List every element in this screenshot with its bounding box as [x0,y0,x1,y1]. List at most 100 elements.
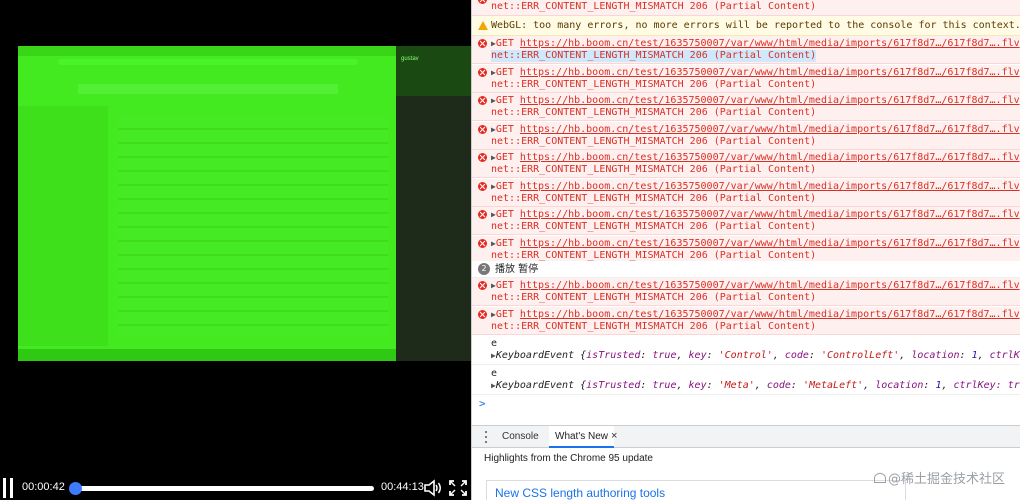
error-detail: net::ERR_CONTENT_LENGTH_MISMATCH 206 (Pa… [491,192,817,204]
watermark: @稀土掘金技术社区 [874,468,1005,487]
error-detail: net::ERR_CONTENT_LENGTH_MISMATCH 206 (Pa… [491,135,817,147]
devtools-panel: net::ERR_CONTENT_LENGTH_MISMATCH 206 (Pa… [471,0,1020,500]
console-error-row[interactable]: ▶GET https://hb.boom.cn/test/1635750007/… [472,306,1020,335]
video-screen-toolbar [78,84,338,94]
console-error-row[interactable]: ▶GET https://hb.boom.cn/test/1635750007/… [472,278,1020,306]
close-tab-icon[interactable]: × [611,426,617,448]
request-method: GET [495,237,514,249]
error-line: ▶GET https://hb.boom.cn/test/1635750007/… [491,38,1020,50]
fullscreen-button[interactable] [448,479,468,497]
event-tail: ctrlKey: true [953,380,1020,391]
request-method: GET [495,66,514,78]
request-url[interactable]: https://hb.boom.cn/test/1635750007/var/w… [520,67,1020,78]
request-url[interactable]: https://hb.boom.cn/test/1635750007/var/w… [520,38,1020,49]
video-overlay-label: gustav [401,56,419,62]
error-detail: net::ERR_CONTENT_LENGTH_MISMATCH 206 (Pa… [491,292,817,303]
request-url[interactable]: https://hb.boom.cn/test/1635750007/var/w… [520,181,1020,192]
console-warning-row[interactable]: WebGL: too many errors, no more errors w… [472,16,1020,36]
pause-button[interactable] [2,478,16,498]
error-icon [478,96,487,105]
progress-bar[interactable] [68,482,374,495]
console-error-row[interactable]: net::ERR_CONTENT_LENGTH_MISMATCH 206 (Pa… [472,0,1020,16]
error-detail: net::ERR_CONTENT_LENGTH_MISMATCH 206 (Pa… [491,221,817,232]
whats-new-link[interactable]: New CSS length authoring tools [495,486,665,500]
whats-new-card[interactable]: New CSS length authoring tools [486,480,906,500]
tab-whats-new[interactable]: What's New [549,426,615,448]
console-error-row[interactable]: ▶GET https://hb.boom.cn/test/1635750007/… [472,207,1020,235]
request-method: GET [495,38,514,49]
request-url[interactable]: https://hb.boom.cn/test/1635750007/var/w… [520,209,1020,220]
console-error-row[interactable]: ▶GET https://hb.boom.cn/test/1635750007/… [472,178,1020,207]
event-location: 1 [935,380,942,391]
volume-icon [424,479,441,497]
error-detail: net::ERR_CONTENT_LENGTH_MISMATCH 206 (Pa… [491,107,817,118]
console-error-row[interactable]: ▶GET https://hb.boom.cn/test/1635750007/… [472,36,1020,64]
console-event-row[interactable]: e ▶KeyboardEvent {isTrusted: true, key: '… [472,365,1020,395]
error-line: ▶GET https://hb.boom.cn/test/1635750007/… [491,152,1020,164]
error-detail: net::ERR_CONTENT_LENGTH_MISMATCH 206 (Pa… [491,1,817,12]
request-method: GET [495,95,514,106]
request-method: GET [495,280,514,291]
error-detail: net::ERR_CONTENT_LENGTH_MISMATCH 206 (Pa… [491,50,817,62]
event-istrusted: true [652,380,677,391]
error-icon [478,0,487,4]
request-method: GET [495,152,514,163]
current-time: 00:00:42 [22,481,65,493]
error-icon [478,153,487,162]
event-code: 'ControlLeft' [821,350,900,361]
request-url[interactable]: https://hb.boom.cn/test/1635750007/var/w… [520,152,1020,163]
request-method: GET [495,180,514,192]
event-type: KeyboardEvent [495,350,575,361]
event-object[interactable]: ▶KeyboardEvent {isTrusted: true, key: 'C… [491,350,1020,362]
error-icon [478,281,487,290]
whats-new-heading: Highlights from the Chrome 95 update [484,453,653,464]
video-screen-urlbar [58,59,358,65]
event-istrusted: true [652,350,677,361]
console-error-row[interactable]: ▶GET https://hb.boom.cn/test/1635750007/… [472,121,1020,150]
video-player[interactable]: gustav 00:00:42 00:44:13 [0,0,471,500]
console-messages[interactable]: net::ERR_CONTENT_LENGTH_MISMATCH 206 (Pa… [472,0,1020,420]
warning-icon [478,21,488,30]
console-error-row[interactable]: ▶GET https://hb.boom.cn/test/1635750007/… [472,150,1020,178]
tab-console[interactable]: Console [496,426,545,448]
error-detail: net::ERR_CONTENT_LENGTH_MISMATCH 206 (Pa… [491,249,817,261]
error-line: ▶GET https://hb.boom.cn/test/1635750007/… [491,309,1020,321]
fullscreen-icon [449,480,467,496]
request-url[interactable]: https://hb.boom.cn/test/1635750007/var/w… [520,238,1020,249]
event-tail: ctrlKey [989,350,1020,361]
watermark-text: @稀土掘金技术社区 [888,472,1006,487]
request-url[interactable]: https://hb.boom.cn/test/1635750007/var/w… [520,280,1020,291]
video-side-panel: gustav [396,46,471,361]
event-object[interactable]: ▶KeyboardEvent {isTrusted: true, key: 'M… [491,380,1020,392]
console-event-row[interactable]: e ▶KeyboardEvent {isTrusted: true, key: '… [472,335,1020,365]
total-time: 00:44:13 [381,481,424,493]
volume-button[interactable] [423,479,443,497]
progress-handle[interactable] [68,482,82,495]
error-detail: net::ERR_CONTENT_LENGTH_MISMATCH 206 (Pa… [491,78,817,90]
watermark-icon [874,473,886,483]
video-screen-sidebar [18,106,108,346]
drawer-tabbar: Console What's New × [472,426,1020,448]
console-error-row[interactable]: ▶GET https://hb.boom.cn/test/1635750007/… [472,93,1020,121]
video-frame[interactable]: gustav [18,46,471,361]
console-error-row[interactable]: ▶GET https://hb.boom.cn/test/1635750007/… [472,235,1020,264]
error-line: ▶GET https://hb.boom.cn/test/1635750007/… [491,280,1020,292]
player-controls: 00:00:42 00:44:13 [0,476,471,500]
event-var: e [491,368,498,379]
more-options-icon[interactable] [480,429,492,445]
event-var: e [491,338,498,349]
repeat-count-badge: 2 [478,263,490,275]
request-url[interactable]: https://hb.boom.cn/test/1635750007/var/w… [520,124,1020,135]
log-text: 播放 暂停 [495,264,539,275]
error-icon [478,309,487,319]
event-key: 'Meta' [718,380,755,391]
request-url[interactable]: https://hb.boom.cn/test/1635750007/var/w… [520,95,1020,106]
event-type: KeyboardEvent [495,380,575,391]
request-url[interactable]: https://hb.boom.cn/test/1635750007/var/w… [520,309,1020,320]
console-log-group[interactable]: 2 播放 暂停 [472,261,1020,278]
console-error-row[interactable]: ▶GET https://hb.boom.cn/test/1635750007/… [472,64,1020,93]
error-icon [478,124,487,134]
event-key: 'Control' [718,350,773,361]
error-line: ▶GET https://hb.boom.cn/test/1635750007/… [491,238,1020,250]
console-prompt[interactable]: > [479,397,486,410]
